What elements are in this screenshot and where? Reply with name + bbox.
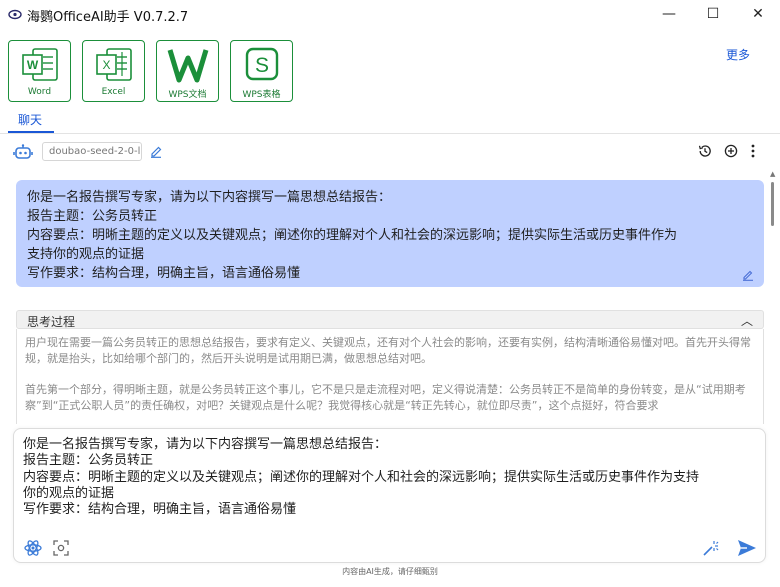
- thinking-content: 用户现在需要一篇公务员转正的思想总结报告，要求有定义、关键观点，还有对个人社会的…: [16, 329, 764, 424]
- minimize-button[interactable]: —: [646, 0, 692, 28]
- maximize-button[interactable]: ☐: [690, 0, 736, 28]
- magic-wand-icon[interactable]: [702, 540, 719, 557]
- svg-text:S: S: [254, 54, 268, 77]
- thinking-paragraph: 用户现在需要一篇公务员转正的思想总结报告，要求有定义、关键观点，还有对个人社会的…: [25, 336, 751, 365]
- user-message-line: 支持你的观点的证据: [27, 247, 145, 262]
- prompt-line: 你的观点的证据: [23, 485, 115, 501]
- user-message-line: 你是一名报告撰写专家，请为以下内容撰写一篇思想总结报告：: [27, 190, 392, 205]
- screenshot-scan-icon[interactable]: [53, 540, 69, 556]
- send-icon[interactable]: [737, 539, 757, 557]
- tab-divider: [0, 133, 780, 134]
- title-bar: 海鹦OfficeAI助手 V0.7.2.7 — ☐ ✕: [0, 0, 780, 28]
- wps-doc-label: WPS文档: [168, 90, 207, 100]
- wps-sheet-button[interactable]: S WPS表格: [230, 40, 293, 102]
- wps-doc-button[interactable]: WPS文档: [156, 40, 219, 102]
- wps-doc-icon: [167, 49, 208, 83]
- wps-sheet-label: WPS表格: [242, 90, 281, 100]
- prompt-input[interactable]: 你是一名报告撰写专家，请为以下内容撰写一篇思想总结报告： 报告主题：公务员转正 …: [13, 428, 766, 563]
- prompt-line: 你是一名报告撰写专家，请为以下内容撰写一篇思想总结报告：: [23, 437, 388, 452]
- more-options-icon[interactable]: [748, 143, 758, 159]
- thinking-panel-header[interactable]: 思考过程 ︿: [16, 310, 764, 329]
- scroll-thumb[interactable]: [771, 182, 774, 226]
- chat-scrollbar[interactable]: ▲: [766, 168, 780, 424]
- user-message-line: 写作要求：结构合理，明确主旨，语言通俗易懂: [27, 266, 301, 281]
- edit-model-icon[interactable]: [149, 144, 163, 158]
- window-title: 海鹦OfficeAI助手 V0.7.2.7: [27, 10, 189, 25]
- edit-message-icon[interactable]: [742, 269, 754, 281]
- new-chat-icon[interactable]: [724, 144, 738, 158]
- collapse-icon[interactable]: ︿: [741, 312, 753, 329]
- tab-chat[interactable]: 聊天: [18, 111, 42, 128]
- prompt-line: 报告主题：公务员转正: [23, 453, 154, 469]
- ai-disclaimer: 内容由AI生成，请仔细甄别: [342, 567, 438, 576]
- model-select[interactable]: doubao-seed-2-0-l: [42, 142, 142, 161]
- chat-messages[interactable]: 你是一名报告撰写专家，请为以下内容撰写一篇思想总结报告： 报告主题：公务员转正 …: [0, 168, 766, 424]
- excel-button[interactable]: X Excel: [82, 40, 145, 102]
- svg-text:X: X: [102, 58, 110, 72]
- word-icon: W: [21, 48, 58, 81]
- scroll-up-icon[interactable]: ▲: [770, 170, 775, 178]
- word-label: Word: [27, 87, 52, 97]
- app-window: 海鹦OfficeAI助手 V0.7.2.7 — ☐ ✕ W Word X Exc…: [0, 0, 780, 587]
- user-message-line: 报告主题：公务员转正: [27, 209, 158, 224]
- prompt-line: 写作要求：结构合理，明确主旨，语言通俗易懂: [23, 502, 297, 518]
- close-button[interactable]: ✕: [735, 0, 780, 28]
- excel-icon: X: [95, 48, 132, 81]
- user-message-line: 内容要点：明晰主题的定义以及关键观点；阐述你的理解对个人和社会的深远影响；提供实…: [27, 228, 678, 243]
- prompt-text[interactable]: 你是一名报告撰写专家，请为以下内容撰写一篇思想总结报告： 报告主题：公务员转正 …: [23, 437, 758, 518]
- wps-sheet-icon: S: [245, 47, 278, 81]
- user-message: 你是一名报告撰写专家，请为以下内容撰写一篇思想总结报告： 报告主题：公务员转正 …: [16, 180, 764, 287]
- robot-icon: [13, 144, 33, 159]
- more-link[interactable]: 更多: [726, 46, 750, 63]
- prompt-line: 内容要点：明晰主题的定义以及关键观点；阐述你的理解对个人和社会的深远影响；提供实…: [23, 469, 700, 485]
- atom-icon[interactable]: [24, 539, 42, 557]
- thinking-paragraph: 首先第一个部分，得明晰主题，就是公务员转正这个事儿，它不是只是走流程对吧，定义得…: [25, 383, 746, 412]
- word-button[interactable]: W Word: [8, 40, 71, 102]
- excel-label: Excel: [101, 87, 126, 97]
- svg-text:W: W: [26, 58, 38, 72]
- history-icon[interactable]: [698, 144, 712, 158]
- thinking-title: 思考过程: [27, 315, 76, 329]
- app-logo-icon: [8, 9, 22, 20]
